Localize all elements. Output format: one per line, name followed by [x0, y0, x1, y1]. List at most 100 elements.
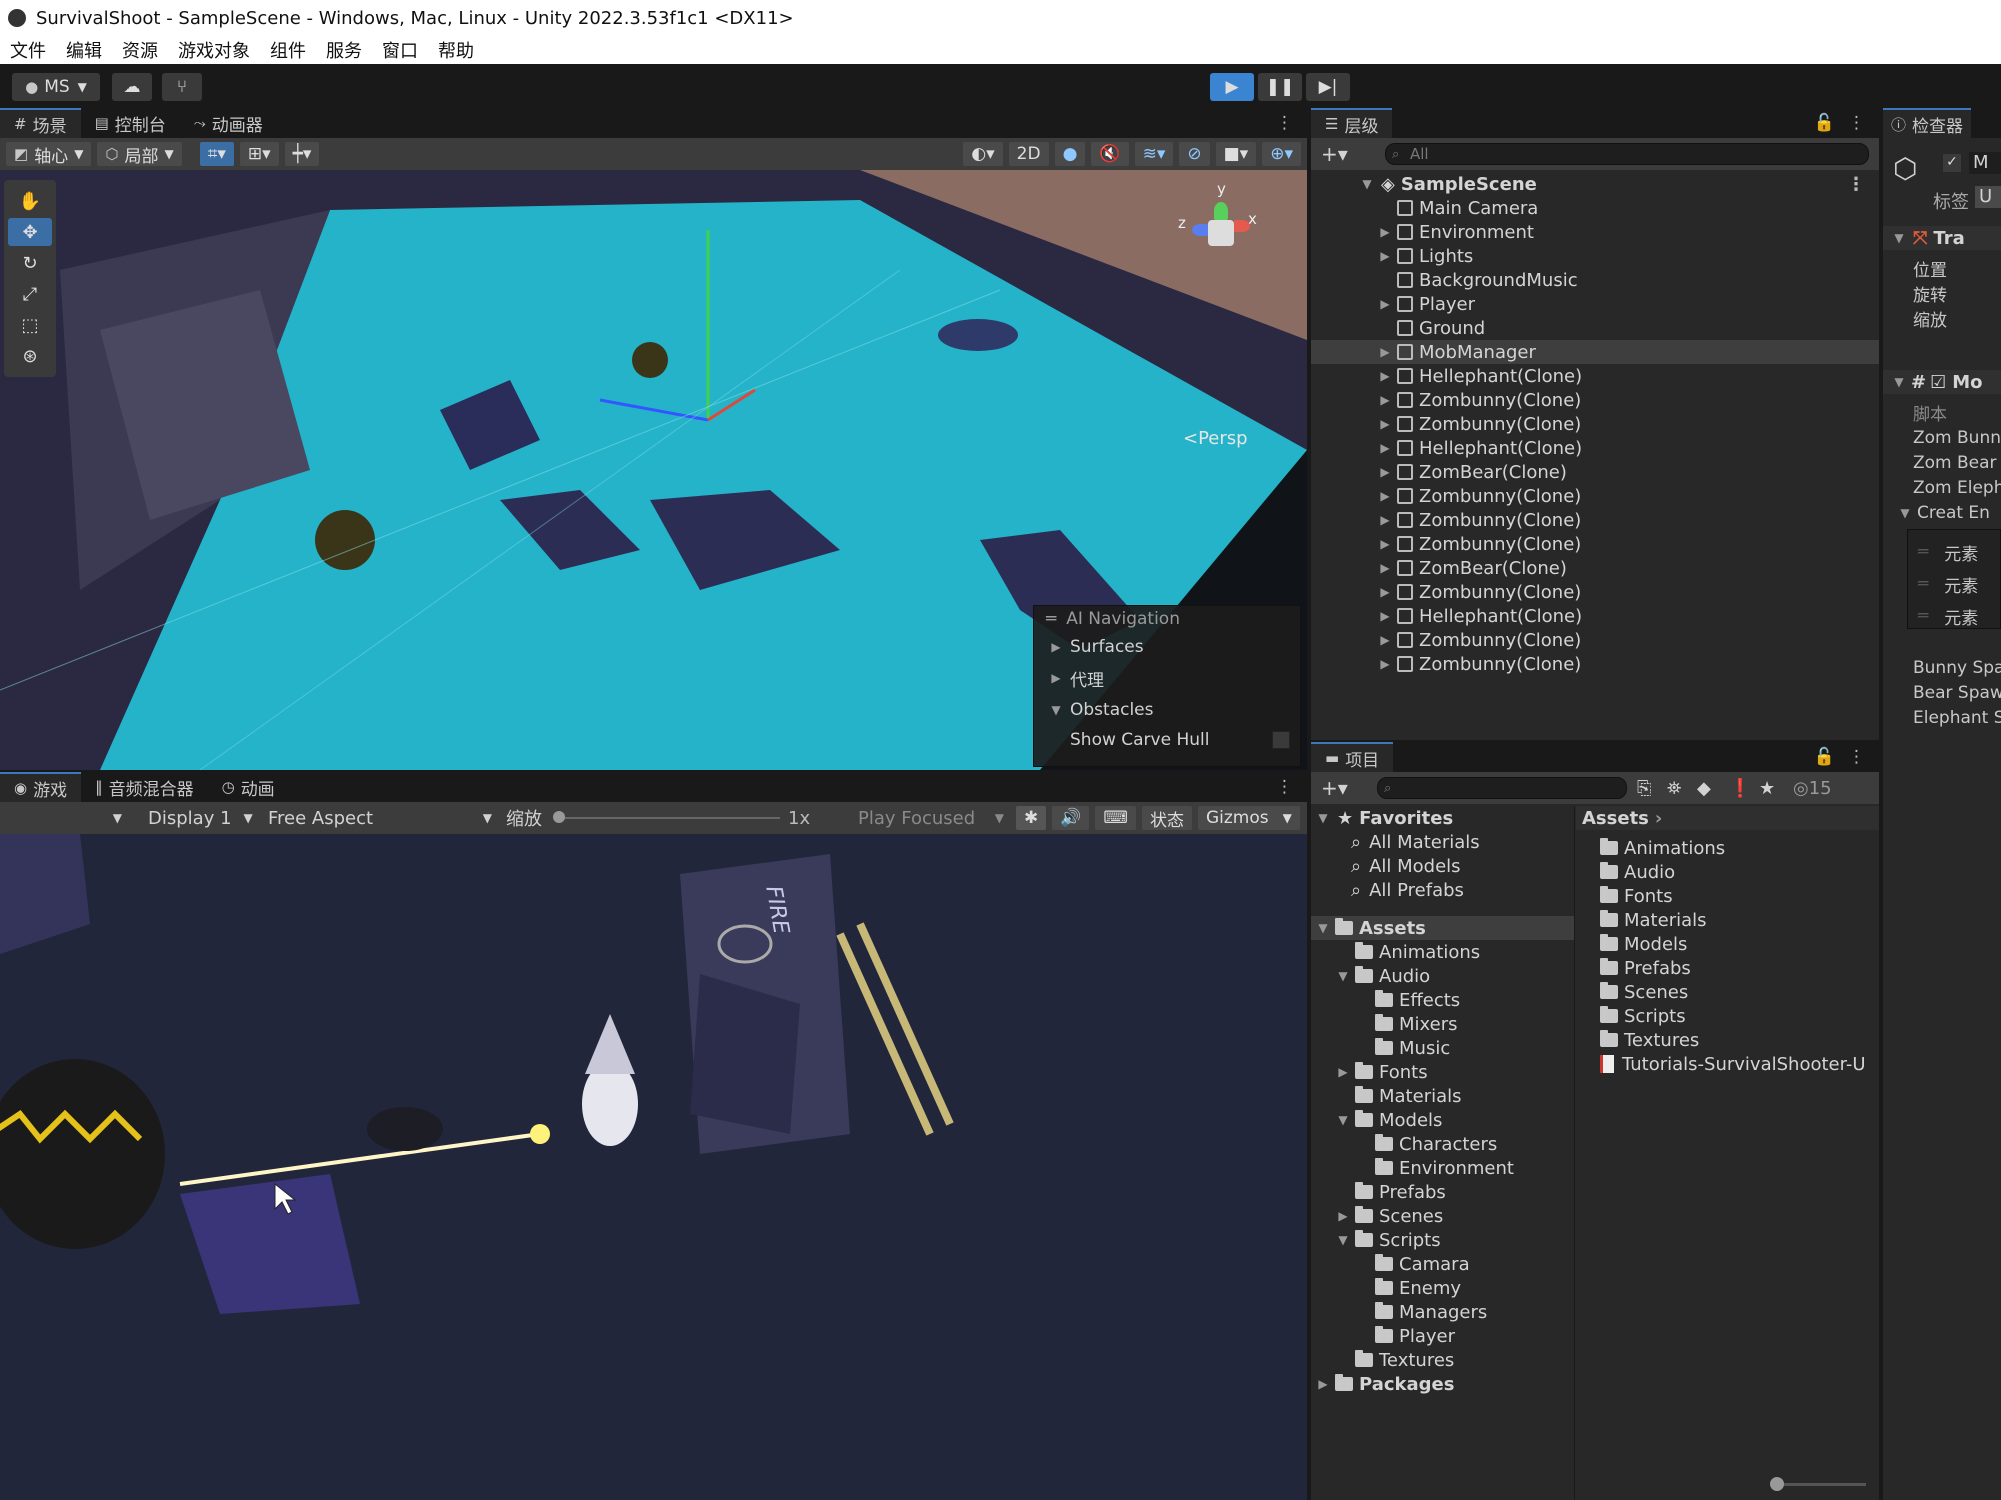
asset-folder-item[interactable]: Animations: [1576, 836, 1879, 860]
debug-toggle[interactable]: ✱: [1016, 806, 1047, 830]
lock-icon[interactable]: 🔓: [1814, 113, 1835, 133]
menu-assets[interactable]: 资源: [122, 37, 158, 63]
toggle-2d-button[interactable]: 2D: [1008, 142, 1049, 166]
hierarchy-item[interactable]: Main Camera: [1311, 196, 1879, 220]
folder-tree-item[interactable]: Textures: [1311, 1348, 1574, 1372]
expand-arrow-icon[interactable]: ▶: [1377, 657, 1393, 671]
tab-animation[interactable]: ◷ 动画: [208, 772, 289, 802]
folder-tree-item[interactable]: Animations: [1311, 940, 1574, 964]
folder-tree-item[interactable]: ▼ Assets: [1311, 916, 1574, 940]
folder-tree-item[interactable]: ▶ Fonts: [1311, 1060, 1574, 1084]
expand-arrow-icon[interactable]: ▶: [1377, 489, 1393, 503]
more-options-icon[interactable]: ⋮: [1276, 113, 1293, 133]
menu-component[interactable]: 组件: [270, 37, 306, 63]
hierarchy-item[interactable]: ▶ ZomBear(Clone): [1311, 556, 1879, 580]
search-by-type-icon[interactable]: ⎘: [1637, 778, 1651, 799]
star-icon[interactable]: ★: [1759, 778, 1775, 799]
expand-arrow-icon[interactable]: ▶: [1377, 297, 1393, 311]
game-viewport[interactable]: FIRE: [0, 834, 1307, 1500]
expand-arrow-icon[interactable]: ▶: [1377, 465, 1393, 479]
component-enabled-checkbox[interactable]: ☑: [1930, 372, 1946, 393]
rect-tool-icon[interactable]: ⬚: [8, 311, 52, 339]
hierarchy-item[interactable]: ▶ Lights: [1311, 244, 1879, 268]
folder-tree-item[interactable]: Managers: [1311, 1300, 1574, 1324]
tab-audio-mixer[interactable]: ‖ 音频混合器: [81, 772, 208, 802]
asset-folder-item[interactable]: Fonts: [1576, 884, 1879, 908]
asset-file-row[interactable]: Tutorials-SurvivalShooter-U: [1576, 1052, 1879, 1076]
hierarchy-item[interactable]: ▶ Zombunny(Clone): [1311, 532, 1879, 556]
active-checkbox[interactable]: ✓: [1943, 154, 1961, 172]
camera-dropdown[interactable]: ■▾: [1215, 142, 1257, 166]
asset-folder-item[interactable]: Textures: [1576, 1028, 1879, 1052]
expand-arrow-icon[interactable]: ▶: [1377, 393, 1393, 407]
hierarchy-item[interactable]: ▶ Player: [1311, 292, 1879, 316]
show-carve-hull-checkbox[interactable]: [1272, 731, 1290, 749]
collapse-arrow-icon[interactable]: ▼: [1335, 1113, 1351, 1127]
scale-tool-icon[interactable]: ⤢: [8, 280, 52, 308]
folder-tree-item[interactable]: Music: [1311, 1036, 1574, 1060]
tab-animator[interactable]: ⤳ 动画器: [180, 108, 277, 138]
asset-folder-item[interactable]: Scenes: [1576, 980, 1879, 1004]
tab-game[interactable]: ◉ 游戏: [0, 772, 82, 802]
hierarchy-item[interactable]: ▶ ZomBear(Clone): [1311, 460, 1879, 484]
asset-folder-item[interactable]: Materials: [1576, 908, 1879, 932]
hierarchy-item[interactable]: ▶ Hellephant(Clone): [1311, 604, 1879, 628]
mute-audio-toggle[interactable]: 🔊: [1052, 806, 1090, 830]
effects-dropdown[interactable]: ≋▾: [1134, 142, 1174, 166]
folder-tree-item[interactable]: Prefabs: [1311, 1180, 1574, 1204]
game-view-dropdown[interactable]: ▼: [0, 806, 128, 830]
menu-gameobject[interactable]: 游戏对象: [178, 37, 250, 63]
list-element-2[interactable]: ═ 元素: [1908, 600, 2000, 632]
folder-tree-item[interactable]: ▶ Scenes: [1311, 1204, 1574, 1228]
more-options-icon[interactable]: ⋮: [1848, 747, 1865, 767]
lock-icon[interactable]: 🔓: [1814, 747, 1835, 767]
add-plus-icon[interactable]: +▾: [1321, 142, 1348, 166]
creat-enemy-list-header[interactable]: ▼ Creat En: [1883, 500, 2001, 525]
hierarchy-item[interactable]: ▶ Zombunny(Clone): [1311, 388, 1879, 412]
folder-tree-item[interactable]: Characters: [1311, 1132, 1574, 1156]
scene-viewport[interactable]: ✋ ✥ ↻ ⤢ ⬚ ⊛ y x z <Persp ═ AI Navigation …: [0, 170, 1307, 770]
hierarchy-item[interactable]: ▶ Environment: [1311, 220, 1879, 244]
menu-edit[interactable]: 编辑: [66, 37, 102, 63]
collapse-arrow-icon[interactable]: ▼: [1335, 1233, 1351, 1247]
search-by-label-icon[interactable]: ⛯: [1667, 778, 1681, 799]
more-options-icon[interactable]: ⋮: [1276, 777, 1293, 797]
folder-tree-item[interactable]: ▶ Packages: [1311, 1372, 1574, 1396]
favorite-item[interactable]: ⌕ All Models: [1311, 854, 1574, 878]
collapse-arrow-icon[interactable]: ▼: [1315, 921, 1331, 935]
expand-arrow-icon[interactable]: ▶: [1377, 417, 1393, 431]
hierarchy-item[interactable]: ▶ Zombunny(Clone): [1311, 412, 1879, 436]
folder-tree-item[interactable]: Camara: [1311, 1252, 1574, 1276]
folder-tree-item[interactable]: Player: [1311, 1324, 1574, 1348]
asset-folder-item[interactable]: Models: [1576, 932, 1879, 956]
pause-button[interactable]: ❚❚: [1258, 73, 1302, 101]
expand-arrow-icon[interactable]: ▶: [1315, 1377, 1331, 1391]
cloud-button[interactable]: ☁: [112, 73, 152, 101]
lighting-toggle[interactable]: ●: [1054, 142, 1086, 166]
expand-arrow-icon[interactable]: ▶: [1377, 441, 1393, 455]
aspect-dropdown[interactable]: Free Aspect ▼: [258, 806, 498, 830]
menu-file[interactable]: 文件: [10, 37, 46, 63]
menu-window[interactable]: 窗口: [382, 37, 418, 63]
hierarchy-item[interactable]: ▶ Hellephant(Clone): [1311, 436, 1879, 460]
hierarchy-item[interactable]: ▶ Zombunny(Clone): [1311, 580, 1879, 604]
hierarchy-item[interactable]: ▶ Zombunny(Clone): [1311, 508, 1879, 532]
more-options-icon[interactable]: ⋮: [1847, 174, 1865, 195]
collapse-arrow-icon[interactable]: ▼: [1335, 969, 1351, 983]
tab-console[interactable]: ▤ 控制台: [81, 108, 180, 138]
grid-button[interactable]: ⊞▾: [239, 142, 279, 166]
play-button[interactable]: ▶: [1210, 73, 1254, 101]
folder-tree-item[interactable]: Materials: [1311, 1084, 1574, 1108]
hierarchy-item[interactable]: ▶ Zombunny(Clone): [1311, 628, 1879, 652]
display-dropdown[interactable]: Display 1 ▼: [128, 806, 258, 830]
hidden-packages-toggle[interactable]: ◎15: [1793, 778, 1832, 799]
space-dropdown[interactable]: ⬡ 局部 ▼: [97, 142, 182, 167]
rotate-tool-icon[interactable]: ↻: [8, 249, 52, 277]
transform-tool-icon[interactable]: ⊛: [8, 342, 52, 370]
icon-size-slider[interactable]: [1770, 1477, 1866, 1491]
gizmos-toggle[interactable]: Gizmos ▼: [1197, 806, 1300, 830]
menu-services[interactable]: 服务: [326, 37, 362, 63]
asset-folder-item[interactable]: Audio: [1576, 860, 1879, 884]
ai-nav-obstacles[interactable]: ▼ Obstacles: [1034, 694, 1300, 726]
gizmos-dropdown[interactable]: ⊕▾: [1262, 142, 1301, 166]
